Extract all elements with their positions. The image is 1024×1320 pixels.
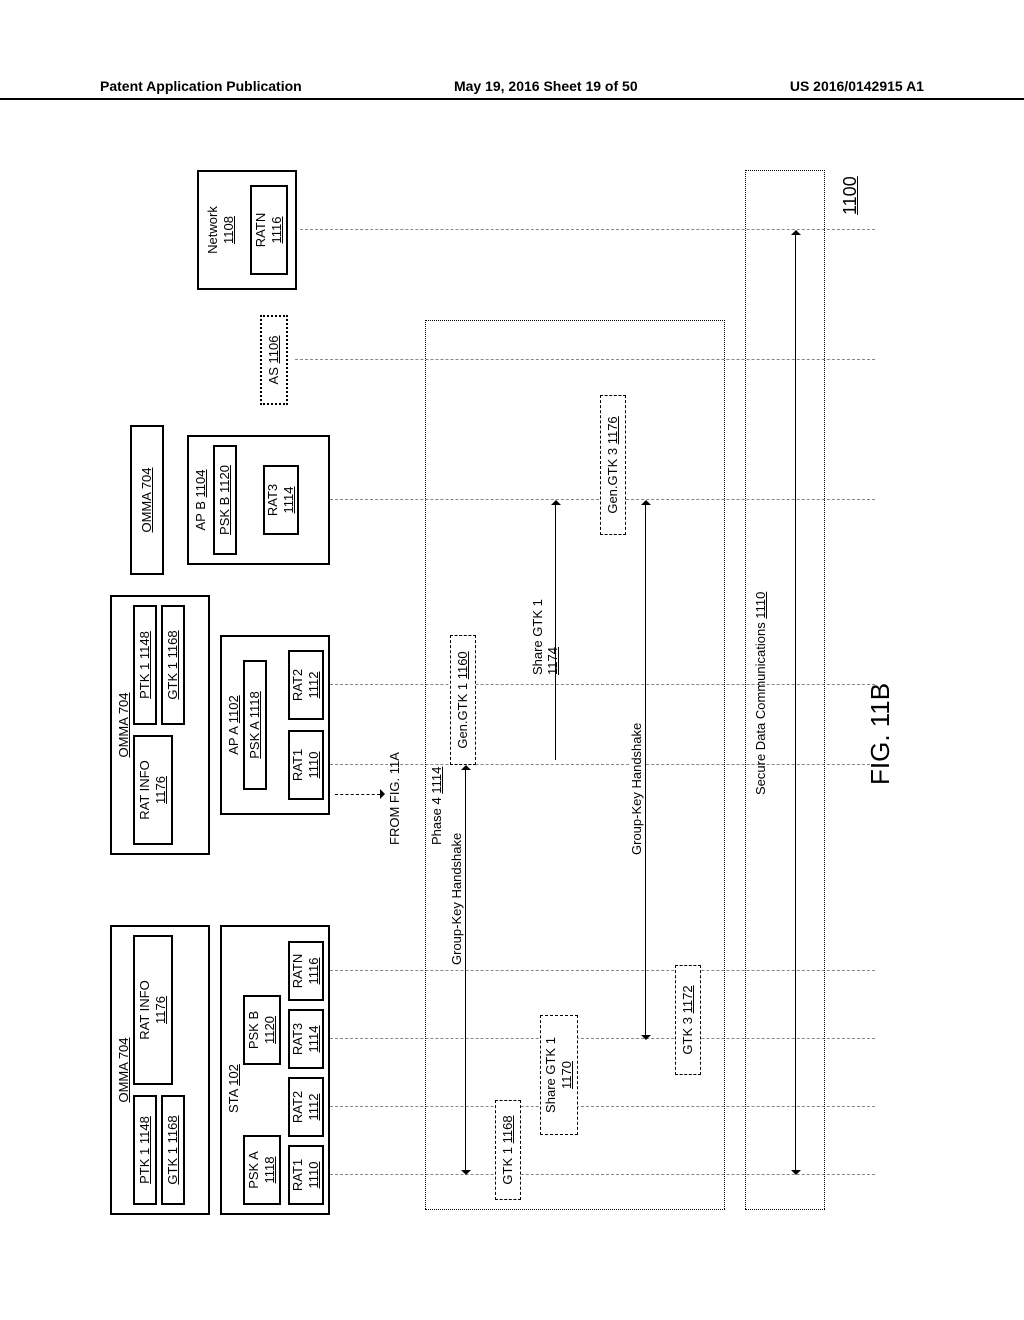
gen-gtk1-box: Gen.GTK 1 1160 xyxy=(450,635,476,765)
gen-gtk1-label: Gen.GTK 1 1160 xyxy=(455,651,471,748)
sta-pska: PSK A1118 xyxy=(243,1135,281,1205)
header-right: US 2016/0142915 A1 xyxy=(790,78,924,94)
share-gtk1-left-box: Share GTK 11170 xyxy=(540,1015,578,1135)
gen-gtk3-label: Gen.GTK 3 1176 xyxy=(605,416,621,513)
omma-sta-title: OMMA 704 xyxy=(116,1037,132,1102)
sta-ratn: RATN1116 xyxy=(288,941,324,1001)
omma-sta-ptk: PTK 1 1148 xyxy=(133,1095,157,1205)
sta-rat2: RAT21112 xyxy=(288,1077,324,1137)
apb-title: AP B 1104 xyxy=(193,470,209,531)
apb-box: AP B 1104 xyxy=(187,435,330,565)
secure-comm-label: Secure Data Communications 1110 xyxy=(753,592,768,795)
figure-caption: FIG. 11B xyxy=(865,683,896,785)
omma-sta-gtk: GTK 1 1168 xyxy=(161,1095,185,1205)
gtk1-label: GTK 1 1168 xyxy=(500,1115,516,1184)
gtk3-box: GTK 3 1172 xyxy=(675,965,701,1075)
figure-rotated-container: OMMA 704 PTK 1 1148 RAT INFO1176 GTK 1 1… xyxy=(0,285,1024,1095)
omma-apa-gtk: GTK 1 1168 xyxy=(161,605,185,725)
share-gtk1-right-label: Share GTK 11174 xyxy=(530,599,560,675)
group-key-hs-bottom xyxy=(645,505,646,1035)
header-center: May 19, 2016 Sheet 19 of 50 xyxy=(454,78,638,94)
group-key-hs-label-top: Group-Key Handshake xyxy=(449,833,464,965)
figure-landscape: OMMA 704 PTK 1 1148 RAT INFO1176 GTK 1 1… xyxy=(105,155,915,1225)
figure-ref: 1100 xyxy=(840,176,861,215)
sta-rat1: RAT11110 xyxy=(288,1145,324,1205)
page-header: Patent Application Publication May 19, 2… xyxy=(0,78,1024,100)
group-key-hs-top xyxy=(465,770,466,1170)
gtk3-label: GTK 3 1172 xyxy=(680,985,696,1054)
omma-apb-box: OMMA 704 xyxy=(130,425,164,575)
header-left: Patent Application Publication xyxy=(100,78,302,94)
from-fig-label: FROM FIG. 11A xyxy=(387,752,402,845)
secure-comm-arrow xyxy=(795,235,796,1170)
group-key-hs-label-bottom: Group-Key Handshake xyxy=(629,723,644,855)
apb-psk: PSK B 1120 xyxy=(213,445,237,555)
gtk1-box: GTK 1 1168 xyxy=(495,1100,521,1200)
phase4-label: Phase 4 1114 xyxy=(429,767,444,845)
omma-sta-ratinfo: RAT INFO1176 xyxy=(133,935,173,1085)
apa-rat1: RAT11110 xyxy=(288,730,324,800)
apa-rat2: RAT21112 xyxy=(288,650,324,720)
omma-apa-ratinfo: RAT INFO1176 xyxy=(133,735,173,845)
sta-title: STA 102 xyxy=(226,1064,242,1113)
omma-apa-ptk: PTK 1 1148 xyxy=(133,605,157,725)
apb-rat3: RAT31114 xyxy=(263,465,299,535)
sta-rat3: RAT31114 xyxy=(288,1009,324,1069)
sta-pskb: PSK B1120 xyxy=(243,995,281,1065)
as-title: AS 1106 xyxy=(266,336,282,385)
ratinfo-text: RAT INFO1176 xyxy=(137,980,168,1039)
as-box: AS 1106 xyxy=(260,315,288,405)
apa-psk: PSK A 1118 xyxy=(243,660,267,790)
omma-apa-title: OMMA 704 xyxy=(116,692,132,757)
gen-gtk3-box: Gen.GTK 3 1176 xyxy=(600,395,626,535)
arrow-from-11a xyxy=(335,794,380,795)
network-title: Network1108 xyxy=(205,206,236,254)
apa-title: AP A 1102 xyxy=(226,695,242,755)
network-ratn: RATN1116 xyxy=(250,185,288,275)
